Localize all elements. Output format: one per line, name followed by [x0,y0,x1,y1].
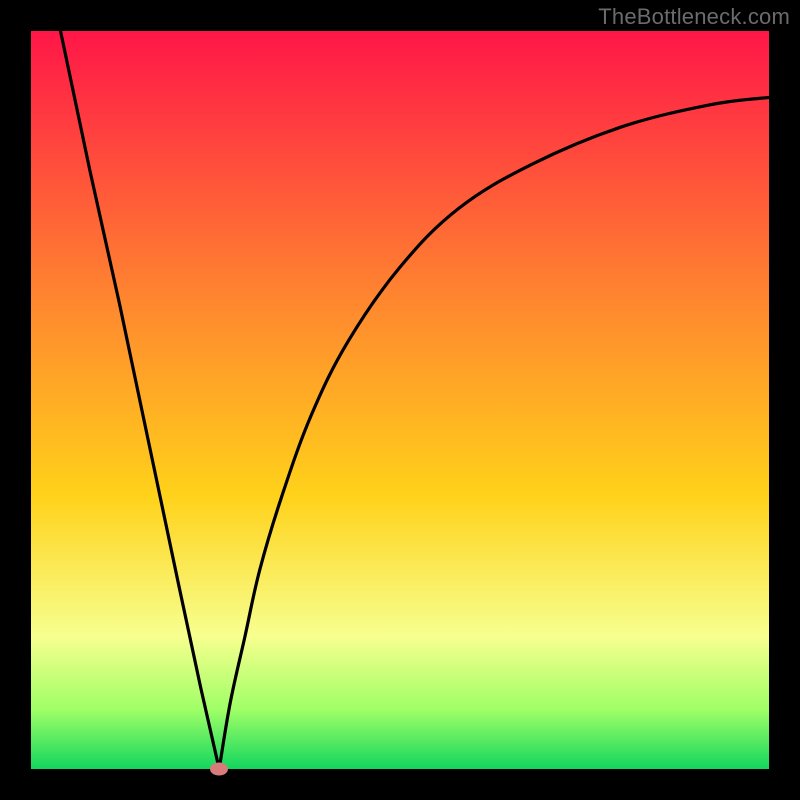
chart-frame: TheBottleneck.com [0,0,800,800]
watermark-text: TheBottleneck.com [598,4,790,30]
bottleneck-curve [31,31,769,769]
minimum-marker [210,763,228,776]
curve-path [61,31,769,769]
plot-area [31,31,769,769]
